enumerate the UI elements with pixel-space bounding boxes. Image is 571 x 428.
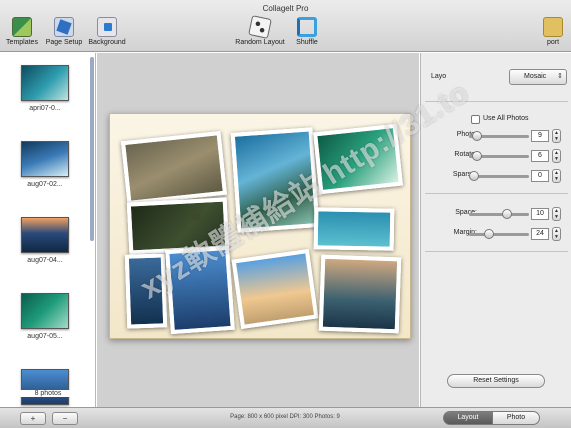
list-item[interactable]: aug07-05...: [8, 293, 82, 340]
space-slider-thumb[interactable]: [501, 209, 512, 219]
use-all-photos-label: Use All Photos: [483, 115, 529, 122]
bottom-bar: + − Page: 800 x 600 pixel DPI: 300 Photo…: [0, 407, 571, 428]
photo-sidebar: apri07-0... aug07-02... aug07-04... aug0…: [0, 53, 96, 407]
page-setup-label: Page Setup: [45, 39, 83, 46]
collage-photo[interactable]: [124, 253, 168, 329]
divider: [425, 101, 568, 102]
photo-name: aug07-05...: [27, 333, 63, 340]
background-icon: [97, 17, 117, 37]
shuffle-icon: [297, 17, 317, 37]
layout-label: Layo: [431, 73, 447, 80]
templates-icon: [12, 17, 32, 37]
templates-button[interactable]: Templates: [4, 17, 40, 46]
export-label: port: [546, 39, 560, 46]
sparse-slider-thumb[interactable]: [469, 171, 479, 181]
photo-thumbnail: [21, 217, 69, 253]
rotate-row: Rotate: 6 ▲ ▼: [421, 149, 571, 163]
layout-settings-panel: Layo Mosaic ⇕ Use All Photos Photo: 9 ▲ ▼…: [420, 53, 571, 407]
reset-settings-button[interactable]: Reset Settings: [447, 374, 545, 388]
random-layout-label: Random Layout: [235, 39, 285, 46]
space-stepper[interactable]: ▲ ▼: [552, 207, 561, 221]
list-item[interactable]: apri07-0...: [8, 65, 82, 112]
sparse-stepper[interactable]: ▲ ▼: [552, 169, 561, 183]
margin-field[interactable]: 24: [531, 228, 549, 240]
collage-page[interactable]: [109, 113, 411, 339]
divider: [425, 251, 568, 252]
photo-slider-thumb[interactable]: [471, 131, 482, 141]
photo-thumbnail: [21, 369, 69, 405]
collage-photo[interactable]: [165, 245, 235, 335]
collage-photo[interactable]: [318, 254, 402, 334]
shuffle-button[interactable]: Shuffle: [290, 17, 324, 46]
tab-layout[interactable]: Layout: [443, 411, 493, 425]
tab-photo[interactable]: Photo: [492, 411, 540, 425]
margin-row: Margin: 24 ▲ ▼: [421, 227, 571, 241]
rotate-slider[interactable]: [469, 151, 529, 161]
collage-photo[interactable]: [312, 123, 404, 195]
space-row: Space: 10 ▲ ▼: [421, 207, 571, 221]
list-item[interactable]: [8, 369, 82, 407]
templates-label: Templates: [6, 39, 38, 46]
page-setup-icon: [54, 17, 74, 37]
sparse-slider[interactable]: [469, 171, 529, 181]
margin-slider[interactable]: [469, 229, 529, 239]
margin-stepper[interactable]: ▲ ▼: [552, 227, 561, 241]
photo-name: aug07-02...: [27, 181, 63, 188]
sidebar-scrollbar[interactable]: [90, 57, 94, 241]
rotate-field[interactable]: 6: [531, 150, 549, 162]
rotate-slider-thumb[interactable]: [471, 151, 482, 161]
collage-photo[interactable]: [120, 130, 228, 206]
select-arrows-icon: ⇕: [557, 73, 563, 80]
margin-slider-thumb[interactable]: [484, 229, 494, 239]
status-text: Page: 800 x 600 pixel DPI: 300 Photos: 9: [230, 414, 340, 420]
sparse-row: Sparse: 0 ▲ ▼: [421, 169, 571, 183]
divider: [425, 193, 568, 194]
list-item[interactable]: aug07-04...: [8, 217, 82, 264]
photo-field[interactable]: 9: [531, 130, 549, 142]
dice-icon: [248, 15, 272, 39]
toolbar: Collagelt Pro Templates Page Setup Backg…: [0, 0, 571, 52]
photo-name: apri07-0...: [29, 105, 61, 112]
photo-thumbnail: [21, 141, 69, 177]
photo-stepper[interactable]: ▲ ▼: [552, 129, 561, 143]
photo-name: aug07-04...: [27, 257, 63, 264]
layout-select-value: Mosaic: [524, 73, 547, 80]
collage-photo[interactable]: [231, 248, 319, 330]
remove-photo-button[interactable]: −: [52, 412, 78, 425]
export-icon: [543, 17, 563, 37]
add-photo-button[interactable]: +: [20, 412, 46, 425]
collage-photo[interactable]: [313, 207, 395, 251]
photo-thumbnail: [21, 65, 69, 101]
page-setup-button[interactable]: Page Setup: [43, 17, 85, 46]
shuffle-label: Shuffle: [296, 39, 318, 46]
photos-count: 8 photos: [0, 390, 95, 397]
random-layout-button[interactable]: Random Layout: [231, 15, 289, 46]
background-label: Background: [88, 39, 126, 46]
collage-canvas-area: [97, 53, 419, 407]
space-field[interactable]: 10: [531, 208, 549, 220]
window-title: Collagelt Pro: [262, 4, 309, 13]
photo-slider[interactable]: [469, 131, 529, 141]
photo-thumbnail: [21, 293, 69, 329]
export-button[interactable]: port: [538, 17, 568, 46]
space-slider[interactable]: [469, 209, 529, 219]
layout-select[interactable]: Mosaic ⇕: [509, 69, 567, 85]
list-item[interactable]: aug07-02...: [8, 141, 82, 188]
photo-row: Photo: 9 ▲ ▼: [421, 129, 571, 143]
rotate-stepper[interactable]: ▲ ▼: [552, 149, 561, 163]
collage-photo[interactable]: [230, 127, 320, 233]
use-all-photos-checkbox[interactable]: [471, 115, 480, 124]
use-all-photos-row: Use All Photos: [421, 113, 571, 127]
sparse-field[interactable]: 0: [531, 170, 549, 182]
background-button[interactable]: Background: [86, 17, 128, 46]
